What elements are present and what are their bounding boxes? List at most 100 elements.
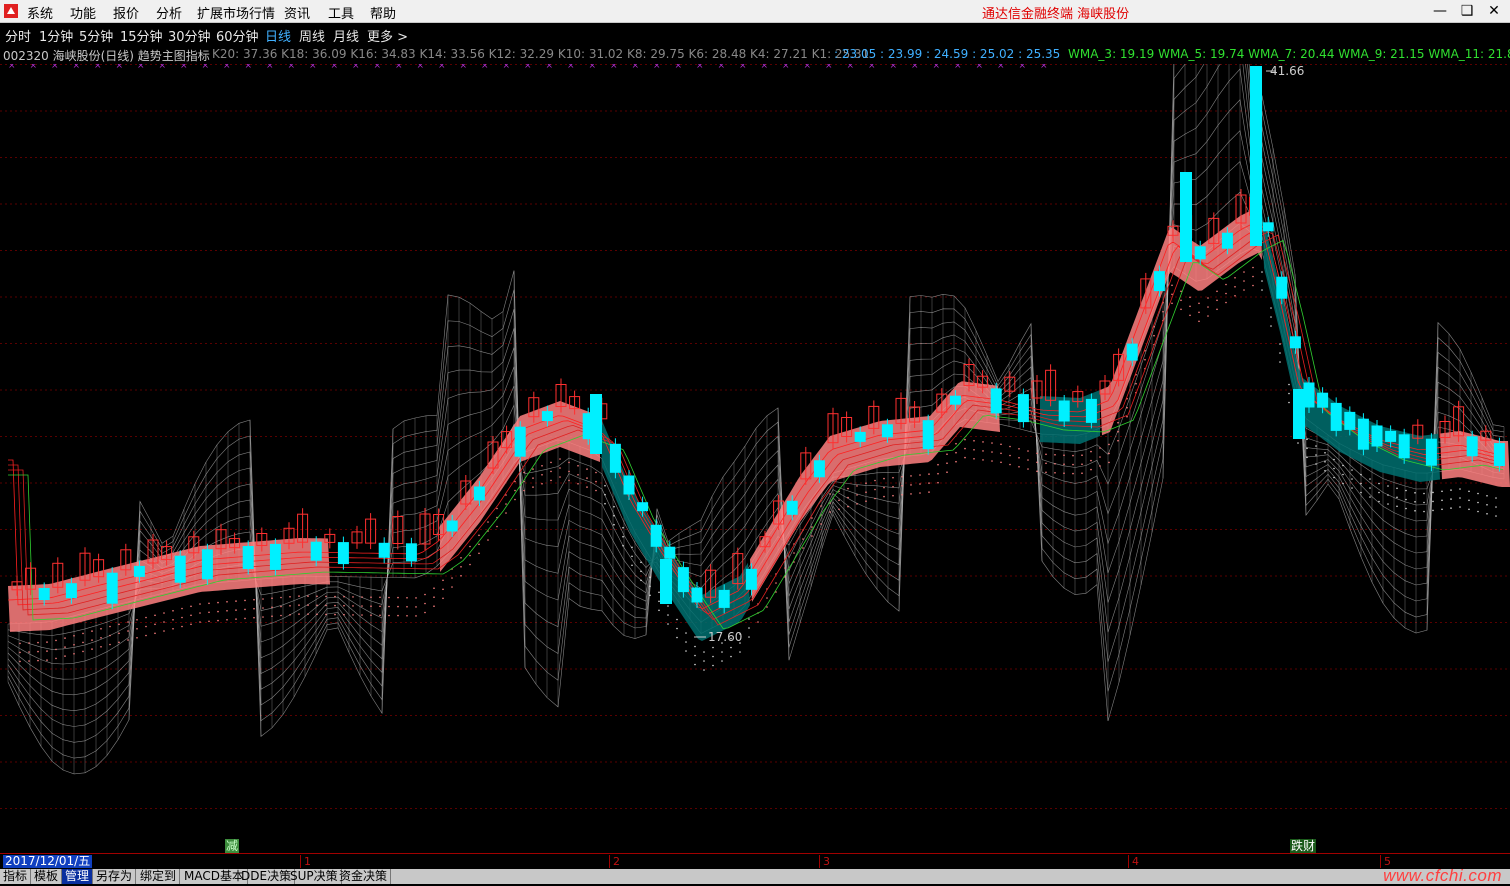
trend-dot xyxy=(955,460,957,463)
trend-dot xyxy=(334,604,336,607)
period-tab-timeshare[interactable]: 分时 xyxy=(5,26,31,45)
candle-body xyxy=(106,572,118,604)
period-tab-60min[interactable]: 60分钟 xyxy=(216,26,259,45)
candle-body xyxy=(269,543,281,570)
x-marker: × xyxy=(524,64,532,71)
menu-item-quote[interactable]: 报价 xyxy=(113,3,139,22)
period-tab-5min[interactable]: 5分钟 xyxy=(79,26,113,45)
trend-dot xyxy=(100,628,102,630)
menu-item-system[interactable]: 系统 xyxy=(27,3,53,22)
low-price-label: 17.60 xyxy=(708,630,742,644)
trend-dot xyxy=(370,614,372,616)
minimize-icon[interactable]: — xyxy=(1430,1,1450,21)
trend-dot xyxy=(586,486,588,488)
trend-dot xyxy=(1477,492,1479,495)
trend-dot xyxy=(766,597,768,599)
candle-body xyxy=(949,395,961,405)
menu-item-function[interactable]: 功能 xyxy=(70,3,96,22)
trend-dot xyxy=(1054,463,1056,465)
trend-dot xyxy=(919,474,921,476)
mesh-line xyxy=(7,99,1505,696)
tab-sup-decision[interactable]: SUP决策 xyxy=(287,869,342,884)
trend-dot xyxy=(1378,500,1380,503)
menu-item-extended-market[interactable]: 扩展市场行情 xyxy=(197,3,275,22)
x-marker: × xyxy=(567,64,575,71)
trend-dot xyxy=(154,632,156,635)
trend-dot xyxy=(505,512,507,514)
candle-body xyxy=(650,524,662,547)
trend-dot xyxy=(1315,454,1317,456)
period-tab-30min[interactable]: 30分钟 xyxy=(168,26,211,45)
trend-dot xyxy=(469,563,471,566)
x-marker: × xyxy=(868,64,876,71)
trend-dot xyxy=(532,486,534,488)
period-tab-1min[interactable]: 1分钟 xyxy=(39,26,73,45)
trend-dot xyxy=(1216,290,1218,293)
menu-item-help[interactable]: 帮助 xyxy=(370,3,396,22)
restore-icon[interactable]: ❑ xyxy=(1457,1,1477,21)
tab-bind-to[interactable]: 绑定到 xyxy=(137,869,181,884)
menu-item-tools[interactable]: 工具 xyxy=(328,3,354,22)
period-tab-more[interactable]: 更多 > xyxy=(367,26,408,45)
trend-dot xyxy=(1144,358,1146,361)
trend-dot xyxy=(1207,315,1209,317)
trend-dot xyxy=(424,593,426,596)
trend-dot xyxy=(568,479,570,482)
trend-dot xyxy=(856,494,858,496)
x-marker: × xyxy=(761,64,769,71)
period-tab-daily[interactable]: 日线 xyxy=(265,26,291,45)
x-marker: × xyxy=(632,64,640,71)
trend-dots xyxy=(19,266,1497,671)
trend-dot xyxy=(901,485,903,487)
trend-dot xyxy=(964,447,966,450)
x-marker: × xyxy=(116,64,124,71)
trend-dot xyxy=(874,488,876,491)
menu-item-news[interactable]: 资讯 xyxy=(284,3,310,22)
trend-dot xyxy=(883,477,885,480)
trend-dot xyxy=(1333,458,1335,461)
tab-manage[interactable]: 管理 xyxy=(62,869,94,884)
trend-dot xyxy=(460,557,462,559)
trend-dot xyxy=(1441,499,1443,502)
x-marker: × xyxy=(245,64,253,71)
trend-dot xyxy=(973,449,975,451)
trend-dot xyxy=(1378,482,1380,485)
trend-dot xyxy=(487,539,489,541)
menu-item-analysis[interactable]: 分析 xyxy=(156,3,182,22)
trend-dot xyxy=(1288,392,1290,395)
trend-dot xyxy=(1171,293,1173,296)
close-icon[interactable]: ✕ xyxy=(1484,1,1504,21)
tab-template[interactable]: 模板 xyxy=(31,869,63,884)
candlestick-chart[interactable]: × × × × × × × × × × × × × × × × × × × × × × × × × × × × × × × × × × × × × × × ×… xyxy=(0,64,1510,839)
trend-dot xyxy=(838,499,840,502)
trend-dot xyxy=(640,579,642,582)
x-marker: × xyxy=(589,64,597,71)
period-tab-monthly[interactable]: 月线 xyxy=(333,26,359,45)
trend-dot xyxy=(658,600,660,603)
candle-body xyxy=(664,546,676,559)
candle-body xyxy=(1221,232,1233,249)
trend-dot xyxy=(46,659,48,661)
trend-dot xyxy=(1108,461,1110,464)
x-marker: × xyxy=(739,64,747,71)
trend-dot xyxy=(478,534,480,537)
tab-fund-decision[interactable]: 资金决策 xyxy=(336,869,392,884)
bottom-tab-bar: 指标 模板 管理 另存为 绑定到 MACD基本 DDE决策 SUP决策 资金决策 xyxy=(0,869,1510,884)
period-tab-weekly[interactable]: 周线 xyxy=(299,26,325,45)
period-tab-15min[interactable]: 15分钟 xyxy=(120,26,163,45)
tab-indicator[interactable]: 指标 xyxy=(0,869,32,884)
trend-dot xyxy=(820,505,822,507)
trend-dot xyxy=(694,663,696,666)
ribbon-down-band xyxy=(1262,214,1440,482)
x-marker: × xyxy=(460,64,468,71)
x-marker: × xyxy=(395,64,403,71)
trend-dot xyxy=(1090,450,1092,453)
tab-save-as[interactable]: 另存为 xyxy=(93,869,137,884)
trend-dot xyxy=(1396,487,1398,490)
x-marker: × xyxy=(288,64,296,71)
trend-dot xyxy=(1072,472,1074,475)
trend-dot xyxy=(919,483,921,485)
trend-dot xyxy=(334,613,336,616)
trend-dot xyxy=(757,621,759,623)
trend-dot xyxy=(100,646,102,648)
